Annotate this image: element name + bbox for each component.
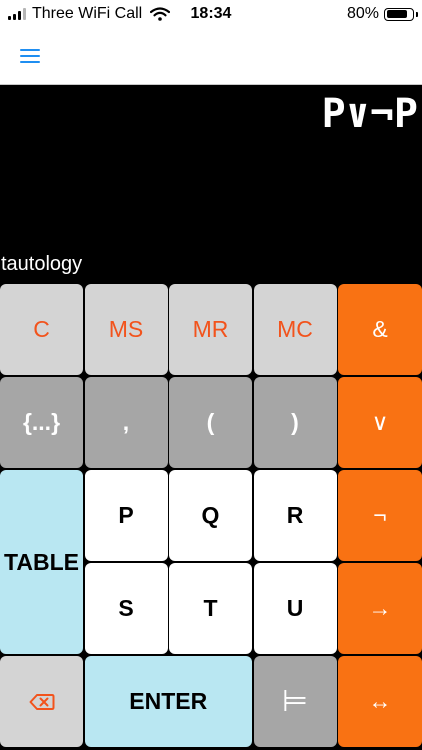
variable-t-button[interactable]: T — [169, 563, 252, 654]
table-button[interactable]: TABLE — [0, 470, 83, 654]
variable-r-button[interactable]: R — [253, 470, 337, 561]
backspace-button[interactable] — [0, 656, 83, 747]
close-paren-button[interactable]: ) — [253, 377, 337, 468]
backspace-icon — [29, 693, 54, 710]
keypad: C MS MR MC & {...} , ( ) ∨ TABLE P Q R ¬… — [0, 284, 422, 750]
not-button[interactable]: ¬ — [338, 470, 422, 561]
comma-button[interactable]: , — [84, 377, 168, 468]
open-paren-button[interactable]: ( — [169, 377, 252, 468]
iff-button[interactable]: ↔ — [338, 656, 422, 747]
nav-bar — [0, 30, 422, 85]
app-root: Three WiFi Call 18:34 80% P∨¬P tautology… — [0, 0, 422, 750]
and-button[interactable]: & — [338, 284, 422, 375]
hamburger-menu-icon[interactable] — [20, 46, 40, 66]
turnstile-symbol: ⊨ — [281, 684, 309, 719]
implies-button[interactable]: → — [338, 563, 422, 654]
memory-recall-button[interactable]: MR — [169, 284, 252, 375]
or-button[interactable]: ∨ — [338, 377, 422, 468]
battery-level-fill — [386, 10, 407, 18]
memory-store-button[interactable]: MS — [84, 284, 168, 375]
enter-button[interactable]: ENTER — [84, 656, 252, 747]
braces-button[interactable]: {...} — [0, 377, 83, 468]
calculator-display: P∨¬P tautology — [0, 85, 422, 283]
battery-percentage: 80% — [346, 5, 379, 22]
variable-p-button[interactable]: P — [84, 470, 168, 561]
status-bar: Three WiFi Call 18:34 80% — [0, 0, 422, 30]
expression-display: P∨¬P — [321, 91, 418, 137]
status-right: 80% — [346, 5, 418, 23]
clear-button[interactable]: C — [0, 284, 83, 375]
result-label: tautology — [1, 253, 83, 275]
battery-icon — [384, 7, 418, 21]
variable-s-button[interactable]: S — [84, 563, 168, 654]
memory-clear-button[interactable]: MC — [253, 284, 337, 375]
variable-q-button[interactable]: Q — [169, 470, 252, 561]
variable-u-button[interactable]: U — [253, 563, 337, 654]
entails-button[interactable]: ⊨ — [253, 656, 337, 747]
